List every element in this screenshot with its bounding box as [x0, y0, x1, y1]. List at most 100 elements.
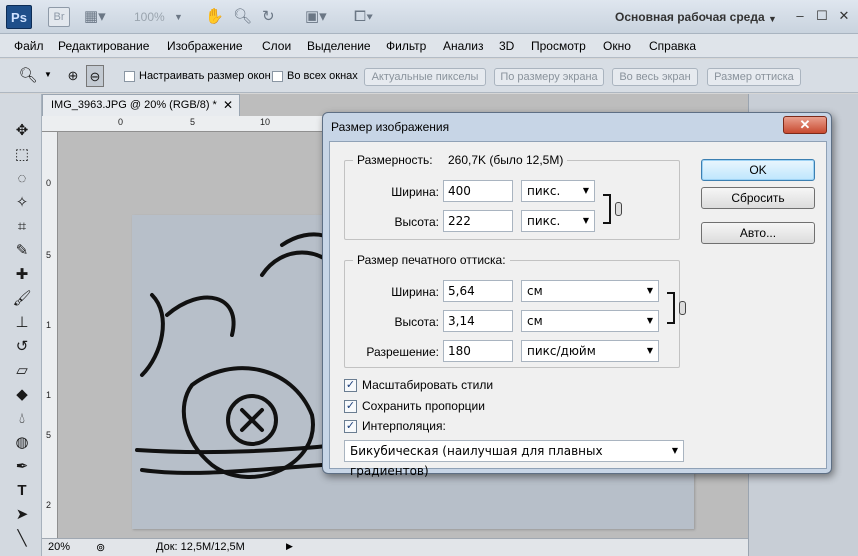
- zoom-tool-preset-icon[interactable]: 🔍︎: [16, 65, 40, 87]
- document-tab[interactable]: IMG_3963.JPG @ 20% (RGB/8) * ✕: [42, 94, 240, 116]
- scale-styles-label: Масштабировать стили: [362, 378, 494, 392]
- zoom-out-icon[interactable]: ⊖: [86, 65, 104, 87]
- minimize-icon[interactable]: –: [790, 6, 810, 26]
- maximize-icon[interactable]: ☐: [812, 6, 832, 26]
- print-height-input[interactable]: 3,14: [443, 310, 513, 332]
- pixel-height-input[interactable]: 222: [443, 210, 513, 232]
- status-doc-info: Док: 12,5M/12,5M: [156, 541, 245, 553]
- zoom-icon[interactable]: 🔍︎: [233, 7, 252, 27]
- pixel-width-unit-select[interactable]: пикс. ▼: [521, 180, 595, 202]
- print-width-input[interactable]: 5,64: [443, 280, 513, 302]
- ruler-v-label: 1: [46, 390, 52, 400]
- dodge-tool-icon[interactable]: ◍: [10, 432, 34, 454]
- close-document-icon[interactable]: ✕: [223, 95, 233, 115]
- menu-edit[interactable]: Редактирование: [58, 39, 149, 53]
- hand-icon[interactable]: ✋: [205, 7, 224, 27]
- pixel-dimensions-title: Размерность: 260,7K (было 12,5M): [353, 153, 568, 167]
- resolution-unit-select[interactable]: пикс/дюйм ▼: [521, 340, 659, 362]
- print-size-button[interactable]: Размер оттиска: [707, 68, 801, 86]
- all-windows-checkbox[interactable]: [272, 71, 283, 82]
- arrange-documents-icon[interactable]: ▣▾: [305, 7, 327, 27]
- dropdown-arrow-icon: ▼: [582, 186, 589, 195]
- marquee-tool-icon[interactable]: ⬚: [10, 144, 34, 166]
- constrain-proportions-checkbox[interactable]: ✓: [344, 400, 357, 413]
- fit-windows-checkbox[interactable]: [124, 71, 135, 82]
- type-tool-icon[interactable]: T: [10, 480, 34, 502]
- menu-select[interactable]: Выделение: [307, 39, 371, 53]
- workspace-dropdown-icon[interactable]: ▼: [768, 9, 777, 29]
- resample-checkbox[interactable]: ✓: [344, 420, 357, 433]
- eraser-tool-icon[interactable]: ▱: [10, 360, 34, 382]
- chain-link-icon: [615, 202, 622, 216]
- move-tool-icon[interactable]: ✥: [10, 120, 34, 142]
- fit-screen-button[interactable]: По размеру экрана: [494, 68, 604, 86]
- status-menu-icon[interactable]: ⊚: [96, 541, 105, 554]
- menu-image[interactable]: Изображение: [167, 39, 243, 53]
- pixel-height-unit-select[interactable]: пикс. ▼: [521, 210, 595, 232]
- pixel-height-label: Высота:: [394, 215, 439, 229]
- scale-styles-checkbox[interactable]: ✓: [344, 379, 357, 392]
- filmstrip-icon[interactable]: ▦▾: [84, 7, 106, 27]
- dialog-body: Размерность: 260,7K (было 12,5M) Ширина:…: [329, 141, 827, 478]
- ok-button[interactable]: OK: [701, 159, 815, 181]
- vertical-ruler[interactable]: 0 5 1 1 5 2: [42, 132, 58, 538]
- menu-3d[interactable]: 3D: [499, 39, 514, 53]
- magic-wand-tool-icon[interactable]: ✧: [10, 192, 34, 214]
- lasso-tool-icon[interactable]: ◌: [10, 168, 34, 190]
- menu-window[interactable]: Окно: [603, 39, 631, 53]
- resample-method-select[interactable]: Бикубическая (наилучшая для плавных град…: [344, 440, 684, 478]
- reset-button[interactable]: Сбросить: [701, 187, 815, 209]
- menu-file[interactable]: Файл: [14, 39, 44, 53]
- ruler-h-label: 10: [260, 117, 271, 127]
- print-height-label: Высота:: [394, 315, 439, 329]
- print-height-unit: см: [527, 314, 543, 328]
- crop-tool-icon[interactable]: ⌗: [10, 216, 34, 238]
- brush-tool-icon[interactable]: 🖌︎: [10, 288, 34, 310]
- rotate-view-icon[interactable]: ↻: [262, 7, 275, 27]
- status-arrow-icon[interactable]: ▶: [286, 541, 293, 552]
- print-link-bracket: [667, 292, 675, 324]
- print-width-unit: см: [527, 284, 543, 298]
- bridge-button[interactable]: Br: [48, 7, 70, 27]
- menu-layers[interactable]: Слои: [262, 39, 291, 53]
- print-width-unit-select[interactable]: см ▼: [521, 280, 659, 302]
- zoom-in-icon[interactable]: ⊕: [64, 65, 82, 87]
- screen-mode-icon[interactable]: ⧠▾: [354, 7, 373, 27]
- dialog-title: Размер изображения: [331, 120, 450, 134]
- pixel-dimensions-size: 260,7K (было 12,5M): [447, 153, 564, 167]
- menu-filter[interactable]: Фильтр: [386, 39, 426, 53]
- blur-tool-icon[interactable]: 💧︎: [10, 408, 34, 430]
- status-zoom[interactable]: 20%: [48, 541, 70, 553]
- chain-link-icon: [679, 301, 686, 315]
- print-height-unit-select[interactable]: см ▼: [521, 310, 659, 332]
- fill-screen-button[interactable]: Во весь экран: [612, 68, 698, 86]
- eyedropper-tool-icon[interactable]: ✎: [10, 240, 34, 262]
- actual-pixels-button[interactable]: Актуальные пикселы: [364, 68, 486, 86]
- ruler-v-label: 2: [46, 500, 52, 510]
- resolution-input[interactable]: 180: [443, 340, 513, 362]
- photoshop-logo[interactable]: Ps: [6, 5, 32, 29]
- constrain-proportions-label: Сохранить пропорции: [362, 399, 485, 413]
- pen-tool-icon[interactable]: ✒: [10, 456, 34, 478]
- line-tool-icon[interactable]: ╲: [10, 528, 34, 550]
- dialog-close-button[interactable]: ✕: [783, 116, 827, 134]
- paint-bucket-tool-icon[interactable]: ◆: [10, 384, 34, 406]
- resolution-label: Разрешение:: [366, 345, 439, 359]
- close-icon[interactable]: ✕: [834, 6, 854, 26]
- zoom-level-select[interactable]: 100%: [134, 10, 165, 24]
- auto-button[interactable]: Авто...: [701, 222, 815, 244]
- zoom-dropdown-arrow-icon[interactable]: ▼: [174, 7, 183, 27]
- menu-analysis[interactable]: Анализ: [443, 39, 484, 53]
- pixel-width-input[interactable]: 400: [443, 180, 513, 202]
- menu-view[interactable]: Просмотр: [531, 39, 586, 53]
- healing-brush-tool-icon[interactable]: ✚: [10, 264, 34, 286]
- menu-help[interactable]: Справка: [649, 39, 696, 53]
- dropdown-arrow-icon: ▼: [646, 316, 653, 325]
- workspace-switcher[interactable]: Основная рабочая среда: [615, 10, 765, 24]
- clone-stamp-tool-icon[interactable]: ⊥: [10, 312, 34, 334]
- preset-dropdown-icon[interactable]: ▼: [44, 70, 52, 79]
- ruler-v-label: 5: [46, 430, 52, 440]
- path-selection-tool-icon[interactable]: ➤: [10, 504, 34, 526]
- history-brush-tool-icon[interactable]: ↺: [10, 336, 34, 358]
- resample-method: Бикубическая (наилучшая для плавных град…: [350, 444, 603, 478]
